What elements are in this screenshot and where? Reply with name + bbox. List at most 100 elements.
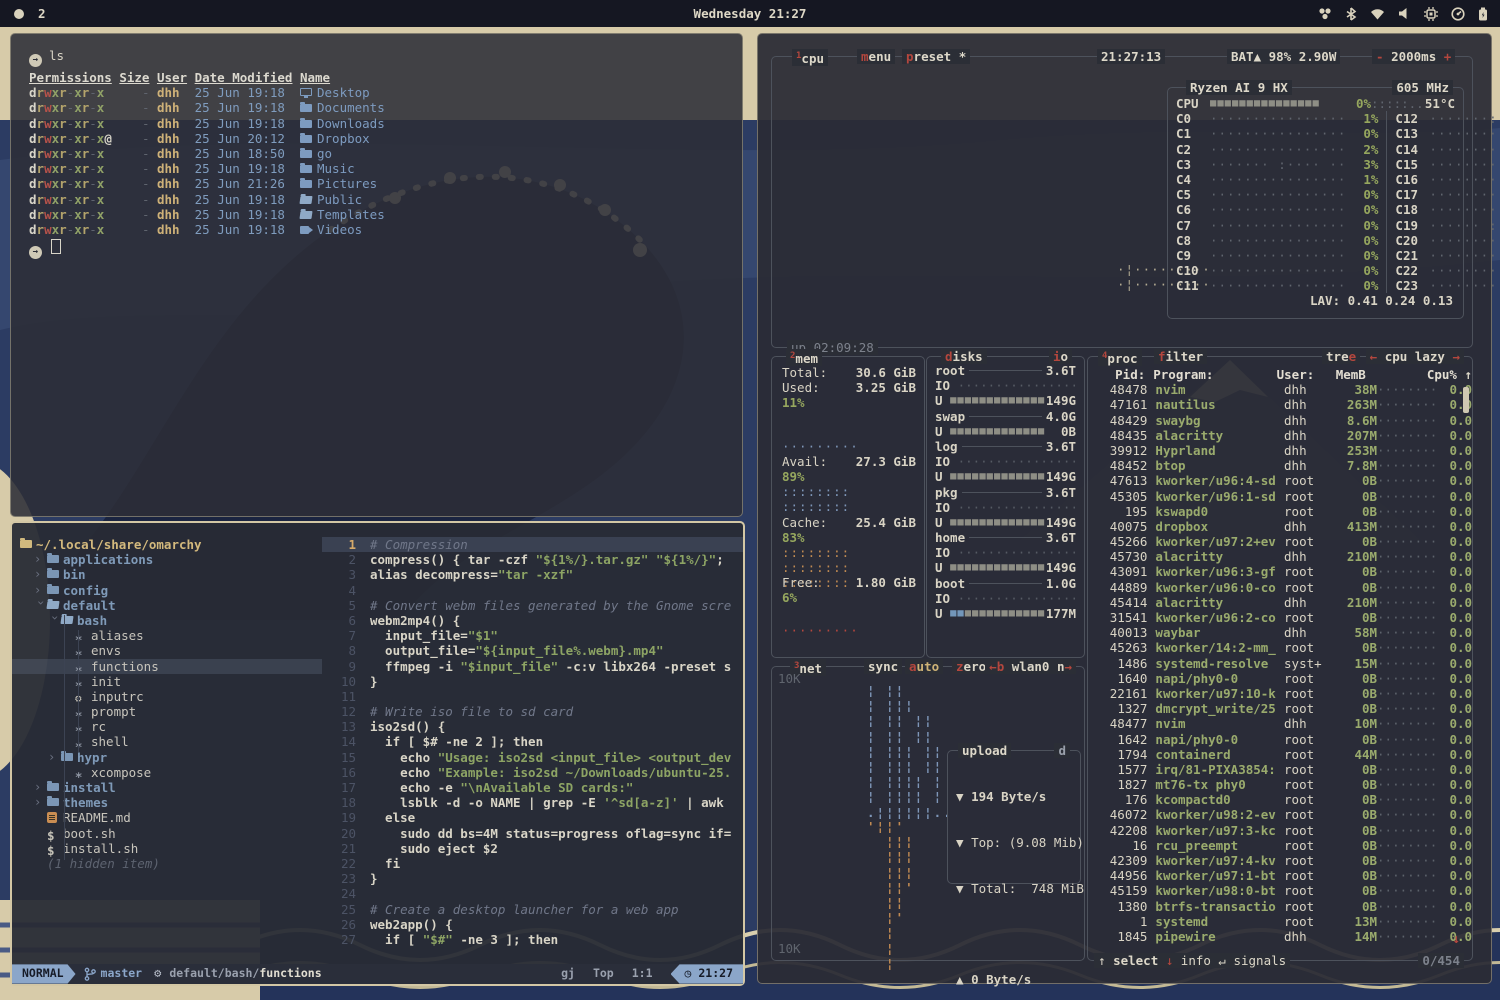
process-row[interactable]: 195kswapd0root0B·········0.0	[1088, 504, 1472, 519]
neovim-window[interactable]: ~/.local/share/omarchy›applications›bin›…	[10, 521, 745, 986]
info-hint[interactable]: info	[1181, 953, 1211, 968]
net-sync-toggle[interactable]: sync	[864, 659, 902, 674]
disks-io-toggle[interactable]: io	[1049, 349, 1072, 364]
tree-item-bin[interactable]: ›bin	[12, 567, 322, 582]
process-row[interactable]: 42309kworker/u97:4-kvroot0B·········0.0	[1088, 853, 1472, 868]
terminal-window[interactable]: →ls Permissions Size User Date Modified …	[10, 33, 743, 517]
process-row[interactable]: 1380btrfs-transactioroot0B·········0.0	[1088, 899, 1472, 914]
proc-box-tab[interactable]: 4proc	[1098, 349, 1142, 366]
process-row[interactable]: 1640napi/phy0-0root0B·········0.0	[1088, 671, 1472, 686]
net-interface-switcher[interactable]: ←b wlan0 n→	[985, 659, 1076, 674]
tree-item--local-share-omarchy[interactable]: ~/.local/share/omarchy	[12, 537, 322, 552]
proc-sort-selector[interactable]: ← cpu lazy →	[1366, 349, 1464, 364]
cpu-icon[interactable]	[1424, 7, 1438, 21]
process-row[interactable]: 45414alacrittydhh210M·········0.0	[1088, 595, 1472, 610]
process-row[interactable]: 40075dropboxdhh413M·········0.0	[1088, 519, 1472, 534]
tree-item-envs[interactable]: ∗envs	[12, 643, 322, 658]
interval-minus-button[interactable]: -	[1376, 49, 1391, 64]
chevron-right-icon[interactable]: ›	[48, 750, 61, 765]
process-row[interactable]: 48435alacrittydhh207M·········0.0	[1088, 428, 1472, 443]
process-scrollbar[interactable]	[1463, 387, 1469, 413]
process-row[interactable]: 16rcu_preemptroot0B·········0.0	[1088, 838, 1472, 853]
tree-item-install[interactable]: ›install	[12, 780, 322, 795]
tree-item-shell[interactable]: ∗shell	[12, 734, 322, 749]
tree-item-applications[interactable]: ›applications	[12, 552, 322, 567]
process-row[interactable]: 1794containerdroot44M·········0.0	[1088, 747, 1472, 762]
tree-item--1-hidden-item-[interactable]: (1 hidden item)	[12, 856, 322, 871]
chevron-right-icon[interactable]: ›	[34, 795, 47, 810]
wifi-icon[interactable]	[1370, 7, 1385, 20]
select-hint[interactable]: select	[1113, 953, 1158, 968]
process-row[interactable]: 1systemdroot13M·········0.0	[1088, 914, 1472, 929]
proc-tree-toggle[interactable]: tree	[1322, 349, 1360, 364]
scroll-down-icon[interactable]: ↓	[1452, 931, 1460, 946]
process-row[interactable]: 48429swaybgdhh8.6M·········0.0	[1088, 413, 1472, 428]
tree-item-readme-md[interactable]: README.md	[12, 810, 322, 825]
interval-plus-button[interactable]: +	[1436, 49, 1451, 64]
sort-arrow-icon[interactable]: ↑	[1457, 367, 1472, 382]
process-row[interactable]: 48477nvimdhh10M·········0.0	[1088, 716, 1472, 731]
process-row[interactable]: 1827mt76-tx phy0root0B·········0.0	[1088, 777, 1472, 792]
gauge-icon[interactable]	[1451, 7, 1465, 21]
proc-filter-button[interactable]: filter	[1154, 349, 1207, 364]
process-row[interactable]: 48452btopdhh7.8M·········0.0	[1088, 458, 1472, 473]
process-row[interactable]: 47613kworker/u96:4-sdroot0B·········0.0	[1088, 473, 1472, 488]
tree-item-prompt[interactable]: ∗prompt	[12, 704, 322, 719]
tree-item-rc[interactable]: ∗rc	[12, 719, 322, 734]
process-row[interactable]: 48478nvimdhh38M·········0.0	[1088, 382, 1472, 397]
signals-hint[interactable]: signals	[1233, 953, 1286, 968]
process-row[interactable]: 1486systemd-resolvesyst+15M·········0.0	[1088, 656, 1472, 671]
process-row[interactable]: 39912Hyprlanddhh253M·········0.0	[1088, 443, 1472, 458]
column-header[interactable]: Pid:	[1094, 367, 1145, 382]
process-row[interactable]: 1577irq/81-PIXA3854:root0B·········0.0	[1088, 762, 1472, 777]
process-row[interactable]: 176kcompactd0root0B·········0.0	[1088, 792, 1472, 807]
process-row[interactable]: 1327dmcrypt_write/25root0B·········0.0	[1088, 701, 1472, 716]
mem-box-tab[interactable]: 2mem	[786, 349, 822, 366]
prompt-line-empty[interactable]: →	[29, 239, 742, 259]
chevron-right-icon[interactable]: ›	[34, 567, 47, 582]
tree-item-inputrc[interactable]: ⚙inputrc	[12, 689, 322, 704]
tree-item-bash[interactable]: ›bash	[12, 613, 322, 628]
preset-button[interactable]: preset *	[902, 49, 970, 64]
column-header[interactable]: Program:	[1153, 367, 1276, 382]
process-row[interactable]: 40013waybardhh58M·········0.0	[1088, 625, 1472, 640]
git-branch[interactable]: master	[101, 966, 143, 981]
tree-item-hypr[interactable]: ›hypr	[12, 750, 322, 765]
tree-item-default[interactable]: ›default	[12, 598, 322, 613]
tree-item-install-sh[interactable]: $install.sh	[12, 841, 322, 856]
column-header[interactable]: MemB	[1324, 367, 1366, 382]
column-header[interactable]: User:	[1277, 367, 1324, 382]
column-header[interactable]: Cpu%	[1425, 367, 1457, 382]
tree-item-xcompose[interactable]: ∗xcompose	[12, 765, 322, 780]
process-row[interactable]: 43091kworker/u96:3-gfroot0B·········0.0	[1088, 564, 1472, 579]
btop-window[interactable]: 1cpu menu preset * 21:27:13 BAT▲ 98% 2.9…	[757, 33, 1492, 984]
bluetooth-icon[interactable]	[1345, 7, 1357, 21]
chevron-right-icon[interactable]: ›	[34, 780, 47, 795]
process-row[interactable]: 45159kworker/u98:0-btroot0B·········0.0	[1088, 883, 1472, 898]
process-row[interactable]: 22161kworker/u97:10-kroot0B·········0.0	[1088, 686, 1472, 701]
process-row[interactable]: 31541kworker/u96:2-coroot0B·········0.0	[1088, 610, 1472, 625]
process-row[interactable]: 45266kworker/u97:2+evroot0B·········0.0	[1088, 534, 1472, 549]
process-row[interactable]: 45305kworker/u96:1-sdroot0B·········0.0	[1088, 489, 1472, 504]
process-row[interactable]: 44956kworker/u97:1-btroot0B·········0.0	[1088, 868, 1472, 883]
process-row[interactable]: 47161nautilusdhh263M·········0.0	[1088, 397, 1472, 412]
tree-item-boot-sh[interactable]: $boot.sh	[12, 826, 322, 841]
updates-icon[interactable]	[1318, 7, 1332, 20]
tree-item-functions[interactable]: ∗functions	[12, 659, 322, 674]
process-row[interactable]: 45263kworker/14:2-mm_root0B·········0.0	[1088, 640, 1472, 655]
chevron-right-icon[interactable]: ›	[34, 552, 47, 567]
process-row[interactable]: 46072kworker/u98:2-evroot0B·········0.0	[1088, 807, 1472, 822]
code-pane[interactable]: 1# Compression2compress() { tar -czf "${…	[322, 523, 743, 964]
net-auto-toggle[interactable]: auto	[905, 659, 943, 674]
volume-icon[interactable]	[1398, 7, 1411, 20]
process-row[interactable]: 42208kworker/u97:3-kcroot0B·········0.0	[1088, 823, 1472, 838]
cpu-box-tab[interactable]: 1cpu	[792, 49, 828, 66]
tree-item-themes[interactable]: ›themes	[12, 795, 322, 810]
tree-item-init[interactable]: ∗init	[12, 674, 322, 689]
chevron-right-icon[interactable]: ›	[34, 583, 47, 598]
process-row[interactable]: 44889kworker/u96:0-coroot0B·········0.0	[1088, 580, 1472, 595]
battery-icon[interactable]	[1478, 7, 1488, 21]
menu-button[interactable]: menu	[857, 49, 895, 64]
process-row[interactable]: 1845pipewiredhh14M·········0.0	[1088, 929, 1472, 944]
disks-box-tab[interactable]: disks	[941, 349, 987, 364]
